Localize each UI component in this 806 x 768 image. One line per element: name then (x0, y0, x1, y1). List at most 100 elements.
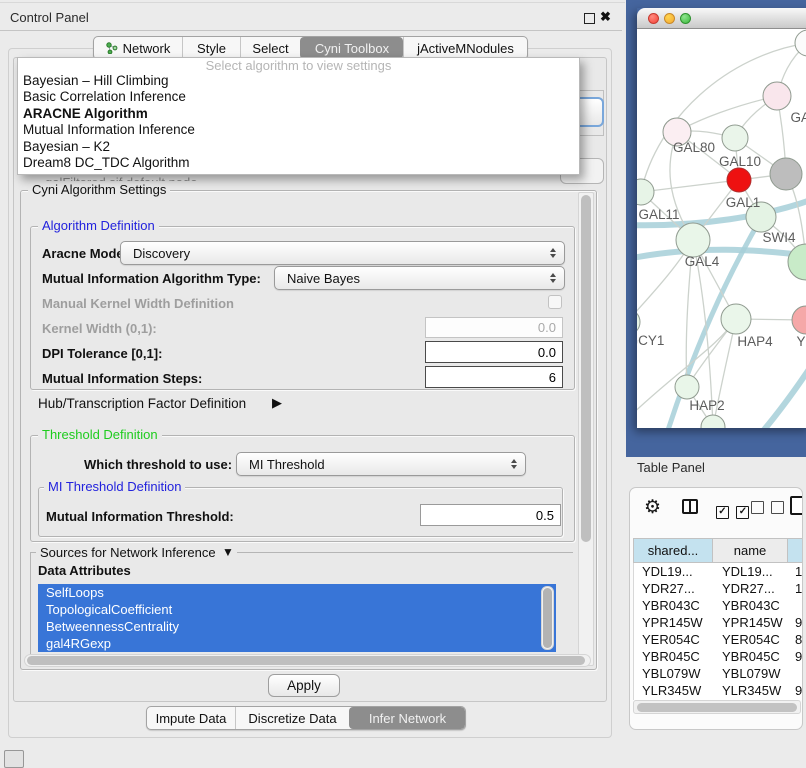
network-node[interactable] (675, 375, 699, 399)
table-row[interactable]: YDL19...YDL19...13 (634, 563, 803, 580)
table-cell: YLR345W (642, 682, 701, 699)
settings-vscrollbar-thumb[interactable] (581, 195, 591, 542)
export-table-icon[interactable] (790, 496, 803, 515)
algorithm-option[interactable]: Dream8 DC_TDC Algorithm (18, 155, 579, 171)
tab-cyni-toolbox-label: Cyni Toolbox (315, 41, 389, 56)
show-selected-columns-icon[interactable]: ✓ ✓ (716, 501, 749, 519)
tab-discretize-data-label: Discretize Data (248, 711, 336, 726)
network-node[interactable] (795, 30, 806, 56)
network-icon (106, 42, 118, 54)
column-header[interactable]: name (713, 538, 788, 563)
zoom-button[interactable] (680, 13, 691, 24)
network-node[interactable] (701, 415, 725, 428)
hub-collapse-arrow-icon[interactable]: ▶ (272, 395, 282, 411)
dpi-tolerance-field[interactable] (425, 341, 563, 363)
tab-discretize-data[interactable]: Discretize Data (235, 707, 349, 729)
mi-type-value: Naive Bayes (287, 271, 360, 286)
algorithm-popup-placeholder: Select algorithm to view settings (18, 58, 579, 73)
table-header: shared...nameA (633, 538, 803, 563)
table-row[interactable]: YBR043CYBR043C (634, 597, 803, 614)
table-row[interactable]: YPR145WYPR145W9. (634, 614, 803, 631)
network-node-label: HAP2 (689, 398, 724, 413)
mi-threshold-label: Mutual Information Threshold: (46, 509, 234, 524)
close-panel-icon[interactable]: ✖ (600, 9, 611, 25)
tab-select[interactable]: Select (240, 37, 300, 59)
mi-threshold-definition-title: MI Threshold Definition (44, 480, 185, 494)
mi-threshold-field[interactable] (420, 504, 561, 526)
attributes-vscrollbar-thumb[interactable] (543, 588, 552, 648)
column-header[interactable]: shared... (633, 538, 713, 563)
algorithm-definition-title: Algorithm Definition (38, 219, 159, 233)
table-row[interactable]: YDR27...YDR27...12 (634, 580, 803, 597)
algorithm-option[interactable]: ARACNE Algorithm (18, 106, 579, 122)
table-combo-text-fragment: galFiltered.sif default node (45, 174, 345, 181)
aracne-mode-value: Discovery (133, 246, 190, 261)
network-window-titlebar[interactable] (637, 8, 806, 29)
settings-hscrollbar-thumb[interactable] (27, 656, 585, 665)
table-hscrollbar-thumb[interactable] (637, 703, 797, 712)
table-row[interactable]: YLR345WYLR345W9. (634, 682, 803, 699)
algorithm-option[interactable]: Basic Correlation Inference (18, 89, 579, 105)
tab-impute-data[interactable]: Impute Data (147, 707, 235, 729)
data-attribute-option[interactable]: BetweennessCentrality (38, 618, 556, 635)
network-node[interactable] (770, 158, 802, 190)
table-cell: 9. (795, 614, 803, 631)
close-button[interactable] (648, 13, 659, 24)
table-cell: YDL19... (722, 563, 773, 580)
data-attribute-option[interactable]: gal4RGexp (38, 635, 556, 652)
aracne-mode-combo[interactable]: Discovery (120, 241, 565, 265)
network-node[interactable] (637, 309, 640, 335)
tab-network[interactable]: Network (94, 37, 182, 59)
network-node[interactable] (792, 306, 806, 334)
hub-definition-label[interactable]: Hub/Transcription Factor Definition (38, 396, 246, 411)
network-node[interactable] (722, 125, 748, 151)
table-row[interactable]: YER054CYER054C8. (634, 631, 803, 648)
algorithm-option[interactable]: Mutual Information Inference (18, 122, 579, 138)
tab-infer-network[interactable]: Infer Network (349, 707, 465, 729)
network-node[interactable] (721, 304, 751, 334)
mi-steps-field[interactable] (425, 366, 563, 388)
algorithm-option[interactable]: Bayesian – Hill Climbing (18, 73, 579, 89)
combo-arrows-icon (550, 248, 556, 258)
network-node[interactable] (676, 223, 710, 257)
network-node[interactable] (763, 82, 791, 110)
kernel-width-field[interactable] (425, 317, 563, 338)
data-attribute-option[interactable]: SelfLoops (38, 584, 556, 601)
which-threshold-combo[interactable]: MI Threshold (236, 452, 526, 476)
tab-jactivemnodules[interactable]: jActiveMNodules (403, 37, 527, 59)
table-row[interactable]: YBR045CYBR045C9. (634, 648, 803, 665)
table-cell: 8. (795, 631, 803, 648)
network-node-label: GAL1 (726, 195, 761, 210)
float-panel-icon[interactable] (584, 13, 595, 24)
window-top-hairline (0, 2, 625, 3)
hide-columns-icon[interactable] (751, 501, 784, 519)
tab-style[interactable]: Style (182, 37, 240, 59)
minimized-panel-grip[interactable] (4, 750, 24, 768)
network-canvas[interactable]: GALGAL80GAL10GAL1GAL11SWI4GAL4GCY1HAP4YH… (637, 29, 806, 428)
column-layout-icon[interactable] (682, 499, 698, 514)
tab-select-label: Select (252, 41, 288, 56)
table-cell: YBR043C (722, 597, 780, 614)
network-node[interactable] (788, 244, 806, 280)
minimize-button[interactable] (664, 13, 675, 24)
table-cell: 12 (795, 580, 803, 597)
table-cell: YBL079W (722, 665, 781, 682)
data-attribute-option[interactable]: TopologicalCoefficient (38, 601, 556, 618)
mi-type-combo[interactable]: Naive Bayes (274, 266, 565, 290)
table-cell: 9. (795, 648, 803, 665)
network-node-label: GAL10 (719, 154, 761, 169)
mi-type-label: Mutual Information Algorithm Type: (42, 271, 261, 286)
network-node[interactable] (727, 168, 751, 192)
network-node-label: GAL (790, 110, 806, 125)
table-row[interactable]: YBL079WYBL079W (634, 665, 803, 682)
table-settings-gear-icon[interactable]: ⚙ (644, 496, 661, 519)
algorithm-option[interactable]: Bayesian – K2 (18, 139, 579, 155)
sources-expand-arrow-icon[interactable]: ▼ (219, 545, 237, 559)
apply-button[interactable]: Apply (268, 674, 340, 697)
mi-steps-label: Mutual Information Steps: (42, 371, 202, 386)
column-header[interactable]: A (788, 538, 803, 563)
tab-cyni-toolbox[interactable]: Cyni Toolbox (300, 37, 403, 59)
table-rows: YDL19...YDL19...13YDR27...YDR27...12YBR0… (633, 563, 803, 700)
which-threshold-value: MI Threshold (249, 457, 325, 472)
manual-kernel-checkbox[interactable] (548, 295, 562, 309)
